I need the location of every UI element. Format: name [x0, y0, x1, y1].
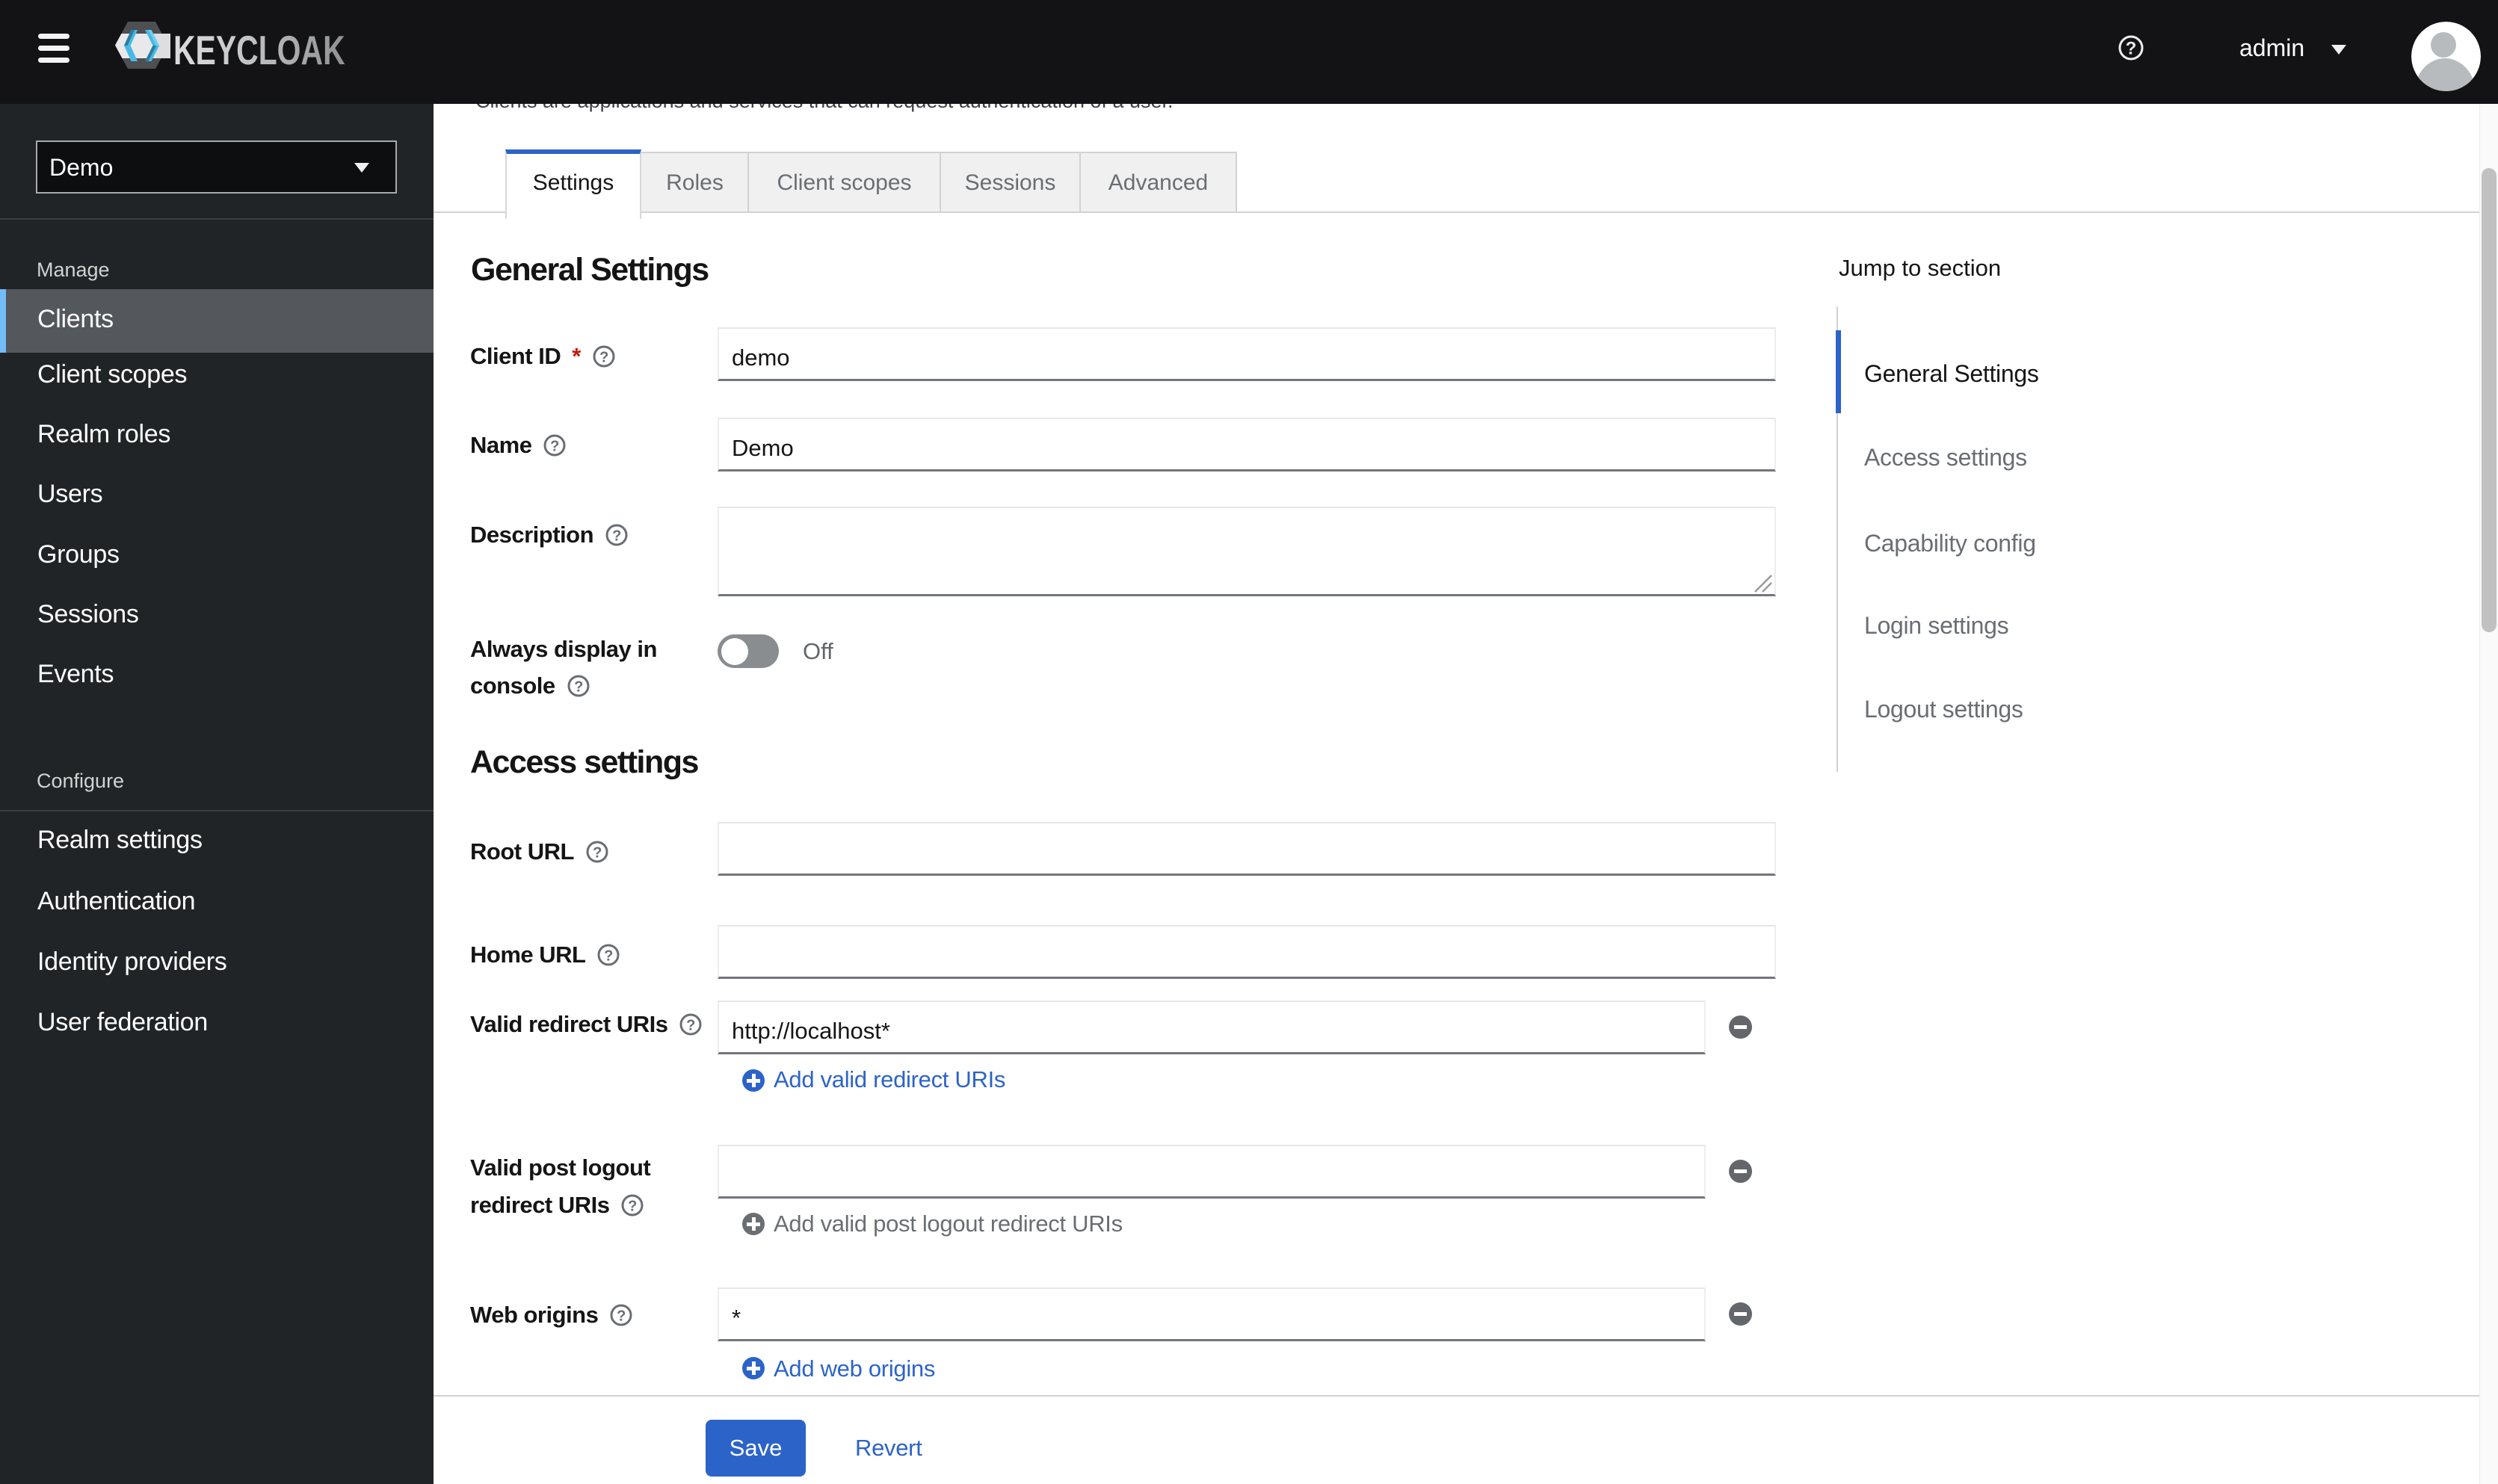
svg-text:?: ?	[2126, 39, 2137, 59]
svg-text:?: ?	[612, 528, 621, 545]
svg-text:?: ?	[687, 1018, 696, 1034]
svg-text:?: ?	[574, 679, 583, 696]
svg-text:?: ?	[617, 1308, 626, 1325]
svg-text:?: ?	[551, 439, 560, 455]
svg-text:?: ?	[593, 845, 602, 862]
svg-text:?: ?	[599, 350, 608, 366]
svg-text:?: ?	[605, 948, 614, 965]
svg-text:?: ?	[629, 1199, 638, 1215]
